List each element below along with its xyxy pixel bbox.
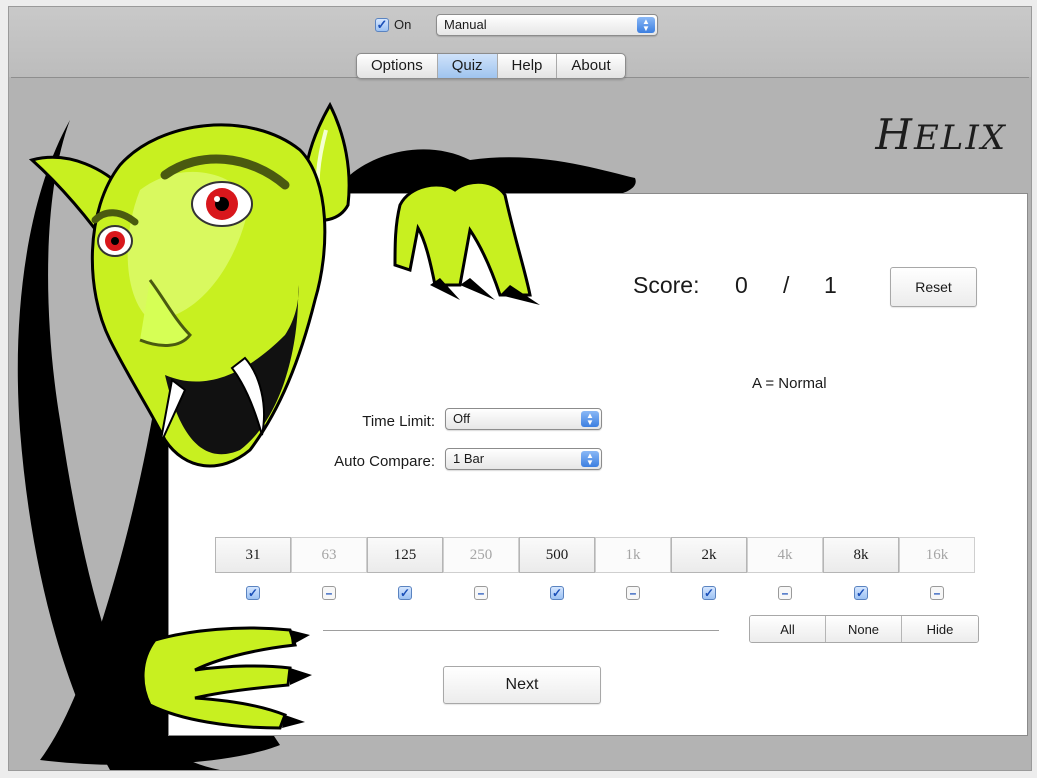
- logo-initial: H: [875, 110, 914, 159]
- select-arrows-icon: ▲ ▼: [637, 17, 655, 33]
- unchecked-checkbox-icon[interactable]: –: [930, 586, 944, 600]
- score-total: 1: [824, 272, 837, 298]
- frequency-band-checks: ✓ – ✓ – ✓ – ✓ – ✓ –: [215, 586, 975, 600]
- band-check-cell: –: [899, 586, 975, 600]
- next-button[interactable]: Next: [443, 666, 601, 704]
- all-button[interactable]: All: [750, 616, 826, 642]
- score-label: Score:: [633, 272, 700, 298]
- band-selection-group: All None Hide: [749, 615, 979, 643]
- band-button[interactable]: 2k: [671, 537, 747, 573]
- checked-checkbox-icon[interactable]: ✓: [398, 586, 412, 600]
- unchecked-checkbox-icon[interactable]: –: [322, 586, 336, 600]
- tab-help[interactable]: Help: [498, 54, 558, 78]
- band-check-cell: ✓: [367, 586, 443, 600]
- checked-checkbox-icon[interactable]: ✓: [702, 586, 716, 600]
- on-label: On: [394, 17, 412, 32]
- band-button[interactable]: 8k: [823, 537, 899, 573]
- hide-button[interactable]: Hide: [902, 616, 978, 642]
- band-button[interactable]: 16k: [899, 537, 975, 573]
- checked-checkbox-icon[interactable]: ✓: [550, 586, 564, 600]
- score-separator: /: [783, 272, 790, 298]
- band-button[interactable]: 4k: [747, 537, 823, 573]
- band-check-cell: –: [595, 586, 671, 600]
- mode-select[interactable]: Manual ▲ ▼: [436, 14, 658, 36]
- frequency-bands: 31 63 125 250 500 1k 2k 4k 8k 16k: [215, 537, 975, 573]
- band-button[interactable]: 500: [519, 537, 595, 573]
- time-limit-select[interactable]: Off ▲ ▼: [445, 408, 602, 430]
- unchecked-checkbox-icon[interactable]: –: [626, 586, 640, 600]
- tab-options[interactable]: Options: [357, 54, 438, 78]
- checked-checkbox-icon[interactable]: ✓: [246, 586, 260, 600]
- quiz-panel: Score: 0 / 1 Reset A = Normal Time Limit…: [168, 193, 1028, 736]
- band-check-cell: ✓: [215, 586, 291, 600]
- band-check-cell: ✓: [519, 586, 595, 600]
- logo-rest: ELIX: [913, 118, 1007, 158]
- band-check-cell: ✓: [823, 586, 899, 600]
- band-button[interactable]: 31: [215, 537, 291, 573]
- mode-select-value: Manual: [444, 17, 487, 32]
- divider: [323, 630, 719, 631]
- auto-compare-label: Auto Compare:: [334, 453, 435, 470]
- auto-compare-value: 1 Bar: [453, 451, 485, 466]
- band-button[interactable]: 1k: [595, 537, 671, 573]
- app-logo: HELIX: [875, 110, 1007, 159]
- band-check-cell: ✓: [671, 586, 747, 600]
- tab-bar: Options Quiz Help About: [356, 53, 626, 79]
- select-arrows-icon: ▲ ▼: [581, 411, 599, 427]
- answer-text: A = Normal: [752, 375, 827, 392]
- tab-quiz[interactable]: Quiz: [437, 54, 498, 78]
- band-check-cell: –: [291, 586, 367, 600]
- select-arrows-icon: ▲ ▼: [581, 451, 599, 467]
- score-correct: 0: [735, 272, 748, 298]
- unchecked-checkbox-icon[interactable]: –: [474, 586, 488, 600]
- time-limit-value: Off: [453, 411, 471, 426]
- unchecked-checkbox-icon[interactable]: –: [778, 586, 792, 600]
- band-button[interactable]: 125: [367, 537, 443, 573]
- reset-button[interactable]: Reset: [890, 267, 977, 307]
- band-check-cell: –: [747, 586, 823, 600]
- checkbox-icon[interactable]: ✓: [375, 17, 389, 32]
- on-toggle[interactable]: ✓ On: [375, 17, 411, 32]
- tab-about[interactable]: About: [557, 54, 624, 78]
- time-limit-label: Time Limit:: [362, 413, 435, 430]
- band-button[interactable]: 63: [291, 537, 367, 573]
- band-check-cell: –: [443, 586, 519, 600]
- auto-compare-select[interactable]: 1 Bar ▲ ▼: [445, 448, 602, 470]
- band-button[interactable]: 250: [443, 537, 519, 573]
- checked-checkbox-icon[interactable]: ✓: [854, 586, 868, 600]
- none-button[interactable]: None: [826, 616, 902, 642]
